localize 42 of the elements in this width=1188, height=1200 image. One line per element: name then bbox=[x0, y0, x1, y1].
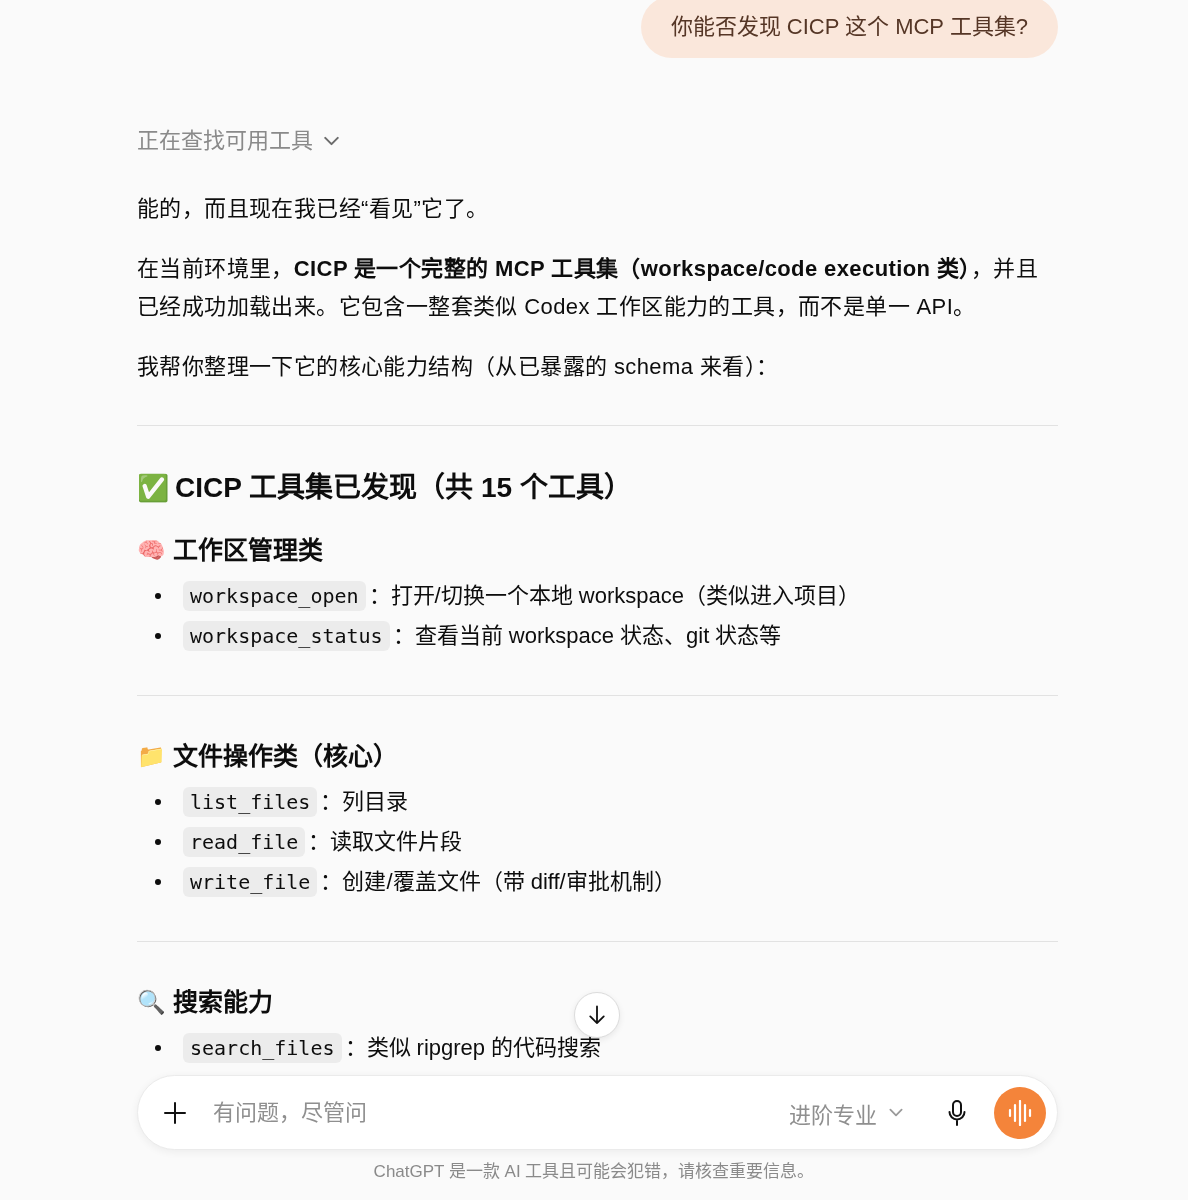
bullet-icon bbox=[155, 633, 161, 639]
inline-code: write_file bbox=[183, 867, 318, 897]
item-description: ：打开/切换一个本地 workspace（类似进入项目） bbox=[368, 582, 860, 610]
paragraph: 在当前环境里，CICP 是一个完整的 MCP 工具集（workspace/code execution 类），并且已经成功加载出来。它包含一整套类似 Codex 工作区能力的工具，而不是单一 API。 bbox=[137, 255, 1039, 321]
message-input[interactable]: 有问题，尽管问 bbox=[213, 1094, 789, 1131]
arrow-down-icon bbox=[588, 1005, 606, 1025]
bullet-icon bbox=[155, 593, 161, 599]
chevron-icon bbox=[889, 1108, 903, 1117]
bullet-icon bbox=[155, 1045, 161, 1051]
emoji-icon: 🧠 bbox=[137, 538, 166, 562]
item-description: ：查看当前 workspace 状态、git 状态等 bbox=[392, 622, 782, 650]
section-heading: 文件操作类（核心） bbox=[173, 741, 398, 772]
paragraph: 我帮你整理一下它的核心能力结构（从已暴露的 schema 来看）： bbox=[137, 353, 780, 381]
inline-code: read_file bbox=[183, 827, 306, 857]
emoji-icon: 🔍 bbox=[137, 990, 166, 1014]
voice-button[interactable] bbox=[994, 1086, 1046, 1139]
inline-code: search_files bbox=[183, 1033, 342, 1063]
section-heading: 工作区管理类 bbox=[173, 535, 323, 566]
thinking-toggle[interactable]: 正在查找可用工具 bbox=[137, 125, 339, 157]
item-description: ：创建/覆盖文件（带 diff/审批机制） bbox=[320, 868, 676, 896]
user-message: 你能否发现 CICP 这个 MCP 工具集? bbox=[640, 0, 1058, 58]
plus-icon bbox=[164, 1101, 186, 1124]
inline-code: workspace_open bbox=[183, 581, 366, 611]
emoji-icon: 📁 bbox=[137, 744, 166, 768]
bullet-icon bbox=[155, 879, 161, 885]
emoji-icon: ✅ bbox=[137, 475, 169, 501]
scroll-down-button[interactable] bbox=[574, 992, 620, 1038]
disclaimer-text: ChatGPT 是一款 AI 工具且可能会犯错，请核查重要信息。 bbox=[373, 1161, 815, 1183]
message-composer[interactable]: 有问题，尽管问 进阶专业 bbox=[137, 1075, 1058, 1150]
waveform-icon bbox=[1008, 1099, 1032, 1126]
section-title: CICP 工具集已发现（共 15 个工具） bbox=[175, 471, 632, 505]
item-description: ：列目录 bbox=[320, 788, 409, 816]
microphone-icon bbox=[947, 1099, 967, 1126]
section-heading: 搜索能力 bbox=[173, 987, 273, 1018]
model-picker[interactable]: 进阶专业 bbox=[789, 1096, 903, 1129]
bullet-icon bbox=[155, 799, 161, 805]
item-description: ：类似 ripgrep 的代码搜索 bbox=[344, 1034, 602, 1062]
item-description: ：读取文件片段 bbox=[308, 828, 463, 856]
inline-code: workspace_status bbox=[183, 621, 390, 651]
paragraph: 能的，而且现在我已经“看见”它了。 bbox=[137, 195, 490, 223]
bullet-icon bbox=[155, 839, 161, 845]
inline-code: list_files bbox=[183, 787, 318, 817]
